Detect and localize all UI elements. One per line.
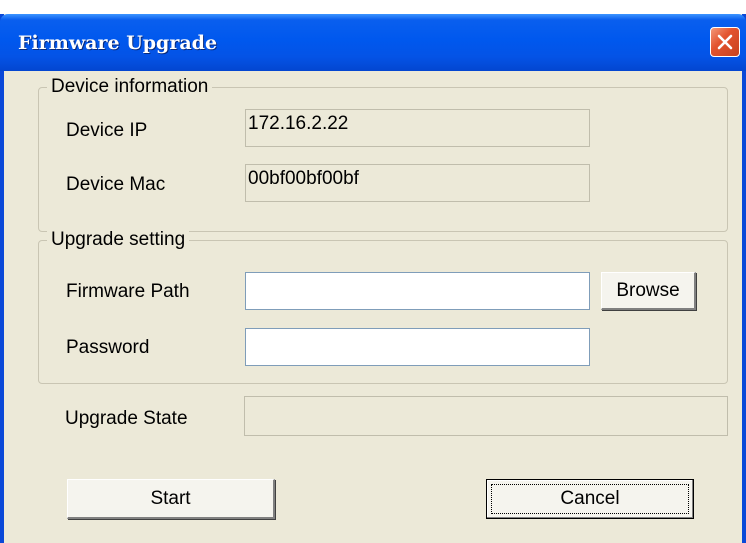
device-mac-label: Device Mac xyxy=(66,174,166,195)
device-information-group: Device information Device IP 172.16.2.22… xyxy=(38,76,728,232)
device-ip-field: 172.16.2.22 xyxy=(245,109,590,147)
cancel-button-label: Cancel xyxy=(491,484,689,514)
firmware-path-label: Firmware Path xyxy=(66,281,190,302)
upgrade-setting-group: Upgrade setting Firmware Path Browse Pas… xyxy=(38,229,728,384)
close-icon xyxy=(717,34,733,50)
upgrade-setting-legend: Upgrade setting xyxy=(47,229,190,251)
start-button[interactable]: Start xyxy=(67,479,275,519)
upgrade-state-field xyxy=(244,396,728,436)
title-bar[interactable]: Firmware Upgrade xyxy=(0,14,746,71)
device-information-legend: Device information xyxy=(47,76,213,98)
close-button[interactable] xyxy=(710,27,740,57)
firmware-path-input[interactable] xyxy=(245,272,590,310)
device-ip-label: Device IP xyxy=(66,120,148,141)
password-label: Password xyxy=(66,337,150,358)
browse-button[interactable]: Browse xyxy=(601,272,696,310)
password-input[interactable] xyxy=(245,328,590,366)
window-title: Firmware Upgrade xyxy=(18,32,218,54)
upgrade-state-label: Upgrade State xyxy=(65,408,188,429)
firmware-upgrade-dialog: Firmware Upgrade Device information Devi… xyxy=(0,14,746,543)
cancel-button[interactable]: Cancel xyxy=(486,479,694,519)
device-mac-field: 00bf00bf00bf xyxy=(245,164,590,202)
